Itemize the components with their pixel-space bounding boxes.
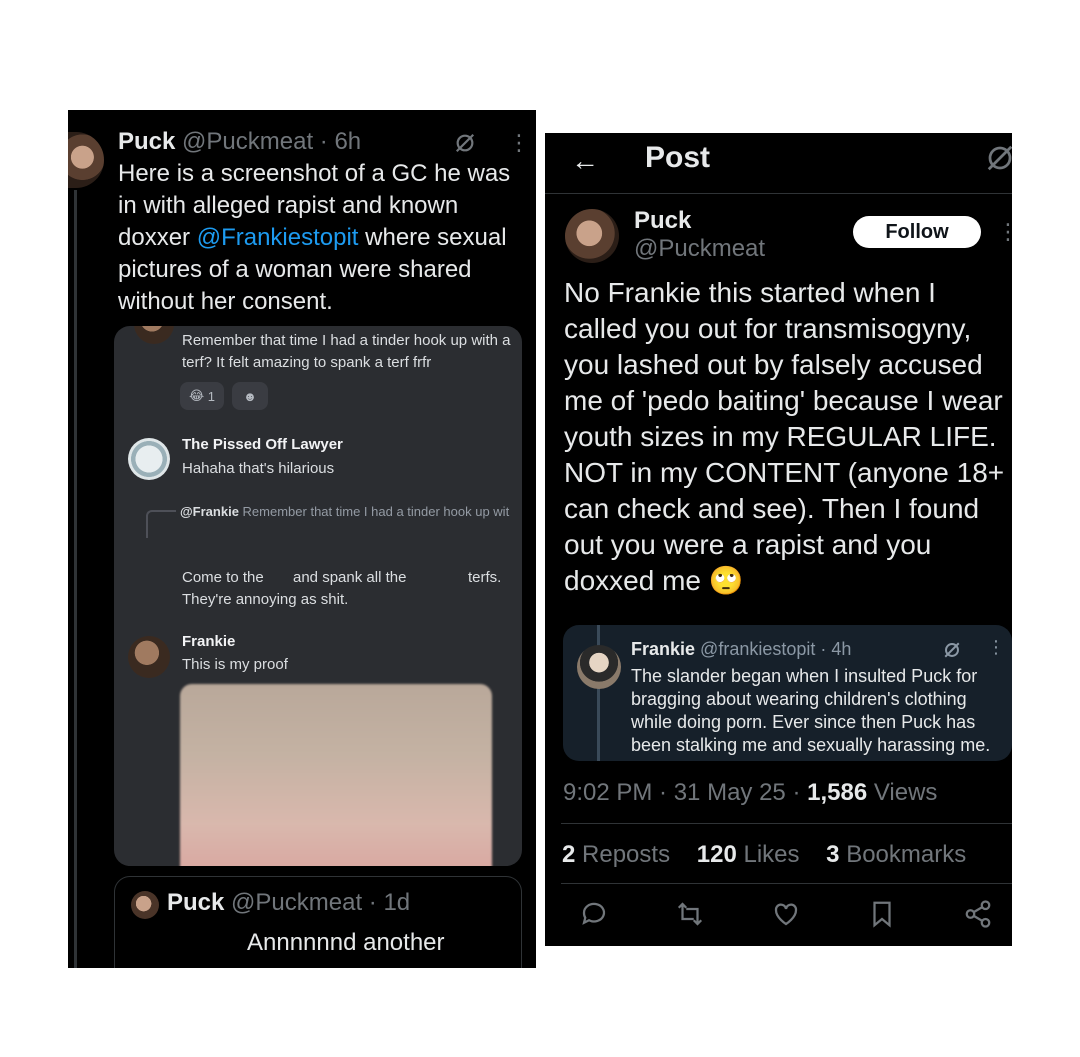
author-name[interactable]: Puck: [634, 207, 691, 235]
author-handle[interactable]: @Puckmeat: [634, 235, 765, 263]
more-options-icon[interactable]: ⋮: [997, 219, 1012, 245]
grok-icon[interactable]: [943, 641, 961, 659]
message-text: Remember that time I had a tinder hook u…: [182, 332, 511, 371]
bookmarks-count: 3: [826, 841, 840, 868]
username[interactable]: The Pissed Off Lawyer: [182, 434, 343, 456]
quoted-text: Annnnnnd another: [247, 929, 445, 956]
author-meta: @frankiestopit · 4h: [700, 639, 852, 659]
back-arrow-icon[interactable]: ←: [571, 145, 599, 177]
quoted-header: Puck @Puckmeat · 1d: [167, 889, 410, 917]
laugh-emoji-icon: 😂: [188, 388, 205, 403]
engagement-stats: 2 Reposts 120 Likes 3 Bookmarks: [562, 841, 966, 869]
bookmarks-label: Bookmarks: [839, 841, 967, 868]
message-text: Hahaha that's hilarious: [182, 460, 335, 477]
thread-line: [74, 190, 77, 968]
message-text: They're annoying as shit.: [182, 591, 349, 608]
grok-icon[interactable]: [454, 132, 476, 154]
likes-stat[interactable]: 120 Likes: [697, 841, 800, 868]
post-text: No Frankie this started when I called yo…: [564, 277, 1005, 596]
grok-icon[interactable]: [985, 143, 1012, 173]
reply-author: @Frankie: [180, 504, 239, 519]
lawyer-avatar: [128, 438, 170, 480]
quoted-tweet[interactable]: Puck @Puckmeat · 1d Annnnnnd another: [114, 876, 522, 968]
reply-snippet: Remember that time I had a tinder hook u…: [242, 504, 510, 519]
avatar: [131, 891, 159, 919]
reaction-count: 1: [207, 388, 216, 404]
author-meta[interactable]: @Puckmeat · 6h: [182, 128, 361, 155]
like-icon[interactable]: [771, 899, 801, 929]
more-options-icon[interactable]: ⋮: [508, 132, 530, 154]
quoted-tweet[interactable]: Frankie @frankiestopit · 4h ⋮ The slande…: [563, 625, 1012, 761]
avatar: [134, 326, 174, 344]
smiley-icon: ☻: [243, 388, 257, 404]
tweet-header: Puck @Puckmeat · 6h: [118, 128, 361, 156]
views-label: Views: [867, 779, 938, 806]
username[interactable]: Frankie: [182, 631, 235, 653]
reposts-count: 2: [562, 841, 576, 868]
left-screenshot: Puck @Puckmeat · 6h ⋮ Here is a screensh…: [68, 110, 536, 968]
reply-connector: [146, 510, 176, 538]
author-name[interactable]: Puck: [118, 128, 175, 155]
views-count: 1,586: [807, 779, 868, 806]
add-reaction-button[interactable]: ☻: [232, 382, 268, 410]
discord-screenshot[interactable]: Remember that time I had a tinder hook u…: [114, 326, 522, 866]
quoted-header: Frankie @frankiestopit · 4h: [631, 639, 851, 660]
repost-icon[interactable]: [675, 899, 705, 929]
bookmark-icon[interactable]: [867, 899, 897, 929]
message-text: This is my proof: [182, 656, 288, 673]
divider: [561, 823, 1012, 824]
more-options-icon[interactable]: ⋮: [987, 637, 1005, 658]
author-name: Puck: [167, 889, 225, 916]
author-meta: @Puckmeat · 1d: [231, 889, 411, 916]
frankie-avatar: [128, 636, 170, 678]
quoted-text: The slander began when I insulted Puck f…: [631, 666, 991, 755]
share-icon[interactable]: [963, 899, 993, 929]
tweet-text: Here is a screenshot of a GC he was in w…: [118, 158, 528, 318]
reaction-laugh[interactable]: 😂 1: [180, 382, 224, 410]
right-screenshot: ← Post Puck @Puckmeat Follow ⋮ No Franki…: [545, 133, 1012, 946]
page-title: Post: [645, 141, 711, 174]
author-name: Frankie: [631, 639, 696, 659]
mention-link[interactable]: @Frankiestopit: [197, 224, 359, 251]
message-text: terfs.: [468, 569, 502, 586]
reposts-stat[interactable]: 2 Reposts: [562, 841, 670, 868]
timestamp: 9:02 PM · 31 May 25 ·: [563, 779, 808, 806]
message-text: Come to the: [182, 569, 264, 586]
likes-count: 120: [696, 841, 737, 868]
follow-button[interactable]: Follow: [853, 216, 981, 248]
message-text: and spank all the: [293, 569, 407, 586]
likes-label: Likes: [736, 841, 800, 868]
bookmarks-stat[interactable]: 3 Bookmarks: [826, 841, 966, 868]
divider: [545, 193, 1012, 194]
reposts-label: Reposts: [575, 841, 671, 868]
blurred-image[interactable]: [180, 684, 492, 866]
divider: [561, 883, 1012, 884]
reply-preview[interactable]: @Frankie Remember that time I had a tind…: [180, 502, 510, 521]
post-timestamp: 9:02 PM · 31 May 25 · 1,586 Views: [563, 779, 937, 807]
avatar: [577, 645, 621, 689]
avatar[interactable]: [565, 209, 619, 263]
reply-icon[interactable]: [579, 899, 609, 929]
avatar[interactable]: [68, 132, 104, 188]
